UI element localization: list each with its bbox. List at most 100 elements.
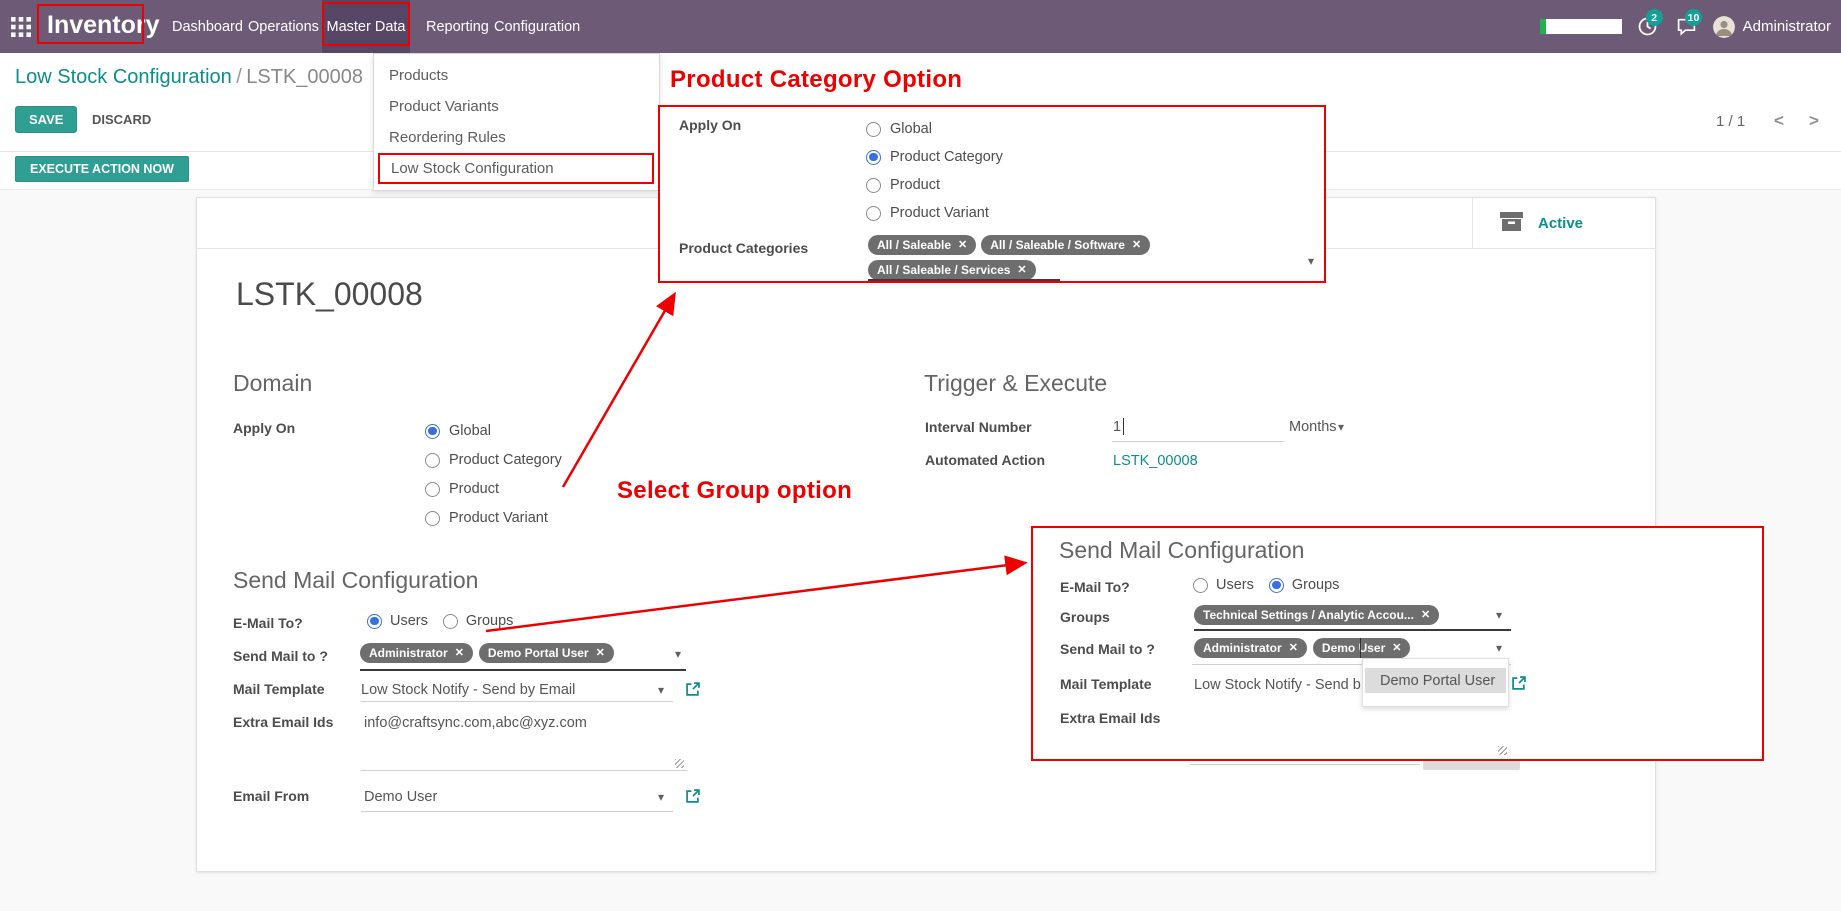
radio-global[interactable]: Global — [866, 121, 932, 137]
tag-demo-portal-user[interactable]: Demo Portal User✕ — [479, 643, 614, 663]
radio-groups[interactable] — [443, 614, 458, 629]
radio-users[interactable] — [367, 614, 382, 629]
radio-product-category[interactable]: Product Category — [866, 149, 1003, 165]
groups-tags: Technical Settings / Analytic Accou...✕ — [1194, 605, 1439, 625]
radio-product[interactable]: Product — [425, 481, 499, 497]
external-link-icon[interactable] — [686, 789, 700, 808]
textarea-resize-handle[interactable] — [675, 759, 684, 768]
send-mail-to-label: Send Mail to ? — [1060, 641, 1155, 657]
interval-number-label: Interval Number — [925, 419, 1032, 435]
radio-product-variant[interactable]: Product Variant — [866, 205, 989, 221]
pager-previous-icon[interactable]: < — [1774, 111, 1784, 131]
remove-tag-icon[interactable]: ✕ — [1392, 643, 1401, 654]
tag-demo-user[interactable]: Demo User✕ — [1313, 638, 1411, 658]
save-button[interactable]: SAVE — [15, 106, 77, 133]
radio-icon[interactable] — [866, 206, 881, 221]
user-menu[interactable]: Administrator — [1713, 16, 1831, 38]
annotation-box-group: Send Mail Configuration E-Mail To? Users… — [1031, 526, 1764, 761]
radio-product-variant[interactable]: Product Variant — [425, 510, 548, 526]
pager-counter: 1 / 1 — [1716, 113, 1745, 130]
tag-all-saleable[interactable]: All / Saleable✕ — [868, 235, 976, 255]
external-link-icon[interactable] — [1512, 676, 1526, 695]
mail-template-input[interactable]: Low Stock Notify - Send by Emai — [1194, 677, 1361, 693]
menu-item-product-variants[interactable]: Product Variants — [374, 91, 659, 122]
dropdown-option-demo-portal-user[interactable]: Demo Portal User — [1365, 668, 1506, 693]
radio-icon[interactable] — [425, 482, 440, 497]
breadcrumb-parent[interactable]: Low Stock Configuration — [15, 66, 232, 88]
activity-clock-icon[interactable]: 2 — [1635, 0, 1661, 53]
nav-item-configuration[interactable]: Configuration — [492, 0, 582, 53]
textarea-resize-handle[interactable] — [1498, 746, 1507, 755]
radio-product[interactable]: Product — [866, 177, 940, 193]
progress-bar[interactable] — [1540, 19, 1622, 34]
menu-item-reordering-rules[interactable]: Reordering Rules — [374, 122, 659, 153]
field-underline — [1112, 441, 1284, 442]
tag-administrator[interactable]: Administrator✕ — [360, 643, 473, 663]
chevron-down-icon[interactable]: ▾ — [658, 683, 664, 697]
extra-email-ids-textarea[interactable]: info@craftsync.com,abc@xyz.com — [364, 715, 587, 731]
send-mail-to-dropdown: Demo Portal User — [1362, 658, 1509, 707]
radio-icon[interactable] — [866, 122, 881, 137]
email-to-label: E-Mail To? — [233, 615, 303, 631]
radio-icon[interactable] — [425, 511, 440, 526]
tag-administrator[interactable]: Administrator✕ — [1194, 638, 1307, 658]
automated-action-link[interactable]: LSTK_00008 — [1113, 453, 1198, 469]
field-underline — [361, 701, 673, 702]
chevron-down-icon[interactable]: ▾ — [658, 790, 664, 804]
message-count-badge: 10 — [1685, 9, 1703, 26]
external-link-icon[interactable] — [686, 682, 700, 701]
execute-action-now-button[interactable]: EXECUTE ACTION NOW — [15, 156, 189, 182]
remove-tag-icon[interactable]: ✕ — [1421, 610, 1430, 621]
nav-item-operations[interactable]: Operations — [246, 0, 321, 53]
extra-email-ids-label: Extra Email Ids — [1060, 710, 1160, 726]
apps-grid-icon[interactable] — [8, 0, 34, 53]
product-categories-tags: All / Saleable✕ All / Saleable / Softwar… — [868, 235, 1318, 280]
nav-item-reporting[interactable]: Reporting — [424, 0, 491, 53]
messages-icon[interactable]: 10 — [1674, 0, 1700, 53]
email-from-input[interactable]: Demo User — [364, 789, 437, 805]
radio-users[interactable] — [1193, 578, 1208, 593]
chevron-down-icon[interactable]: ▾ — [1338, 420, 1344, 434]
mail-template-label: Mail Template — [233, 681, 325, 697]
menu-item-products[interactable]: Products — [374, 60, 659, 91]
tag-all-saleable-services[interactable]: All / Saleable / Services✕ — [868, 260, 1036, 280]
nav-item-dashboard[interactable]: Dashboard — [170, 0, 245, 53]
remove-tag-icon[interactable]: ✕ — [1132, 240, 1141, 251]
user-name: Administrator — [1743, 18, 1831, 35]
chevron-down-icon[interactable]: ▾ — [675, 647, 681, 661]
app-name[interactable]: Inventory — [47, 11, 160, 40]
field-underline — [361, 770, 687, 771]
field-underline — [1194, 629, 1511, 631]
tag-all-saleable-software[interactable]: All / Saleable / Software✕ — [981, 235, 1150, 255]
mail-template-label: Mail Template — [1060, 676, 1152, 692]
top-navbar: Inventory Dashboard Operations Master Da… — [0, 0, 1841, 53]
chevron-down-icon[interactable]: ▾ — [1496, 641, 1502, 655]
radio-icon[interactable] — [866, 178, 881, 193]
remove-tag-icon[interactable]: ✕ — [596, 648, 605, 659]
tag-technical-settings[interactable]: Technical Settings / Analytic Accou...✕ — [1194, 605, 1439, 625]
progress-bar-fill — [1540, 19, 1546, 34]
radio-global[interactable]: Global — [425, 423, 491, 439]
nav-item-master-data[interactable]: Master Data — [322, 0, 410, 53]
remove-tag-icon[interactable]: ✕ — [1017, 265, 1026, 276]
active-toggle-button[interactable]: Active — [1472, 198, 1655, 249]
mail-template-input[interactable]: Low Stock Notify - Send by Email — [361, 682, 575, 698]
radio-groups[interactable] — [1269, 578, 1284, 593]
chevron-down-icon[interactable]: ▾ — [1308, 254, 1314, 268]
radio-icon[interactable] — [425, 424, 440, 439]
domain-heading: Domain — [233, 370, 312, 397]
activity-count-badge: 2 — [1646, 9, 1663, 26]
interval-number-input[interactable]: 1 — [1113, 419, 1121, 435]
pager-next-icon[interactable]: > — [1809, 111, 1819, 131]
remove-tag-icon[interactable]: ✕ — [958, 240, 967, 251]
radio-product-category[interactable]: Product Category — [425, 452, 562, 468]
remove-tag-icon[interactable]: ✕ — [455, 648, 464, 659]
radio-icon[interactable] — [866, 150, 881, 165]
interval-unit-select[interactable]: Months — [1289, 419, 1337, 435]
send-mail-to-label: Send Mail to ? — [233, 648, 328, 664]
radio-icon[interactable] — [425, 453, 440, 468]
discard-button[interactable]: DISCARD — [84, 106, 159, 133]
menu-item-low-stock-configuration[interactable]: Low Stock Configuration — [378, 153, 654, 184]
chevron-down-icon[interactable]: ▾ — [1496, 608, 1502, 622]
remove-tag-icon[interactable]: ✕ — [1289, 643, 1298, 654]
